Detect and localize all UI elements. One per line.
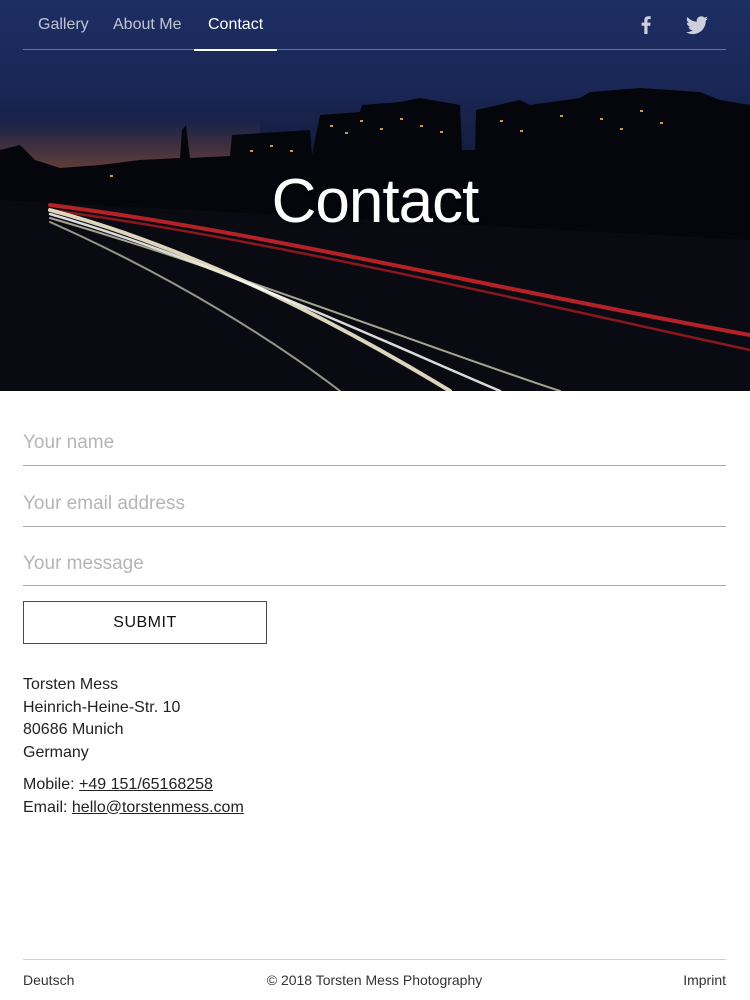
imprint-link[interactable]: Imprint [683,972,726,988]
address-city: 80686 Munich [23,721,124,738]
address-country: Germany [23,743,89,761]
email-link[interactable]: hello@torstenmess.com [72,799,244,816]
hero-banner: Gallery About Me Contact Contact [0,0,750,391]
mobile-label: Mobile: [23,776,75,793]
twitter-icon[interactable] [683,12,709,38]
email-input[interactable] [23,481,726,527]
mobile-line: Mobile: +49 151/65168258 [23,774,244,797]
contact-details: Mobile: +49 151/65168258 Email: hello@to… [23,774,244,819]
postal-address: Torsten Mess Heinrich-Heine-Str. 10 8068… [23,674,180,764]
submit-button[interactable]: SUBMIT [23,601,267,644]
page-footer: © 2018 Torsten Mess Photography Deutsch … [23,959,726,1000]
email-label: Email: [23,798,68,816]
footer-copyright: © 2018 Torsten Mess Photography [266,972,483,988]
email-line: Email: hello@torstenmess.com [23,797,244,820]
nav-item-gallery[interactable]: Gallery [38,0,89,50]
message-input[interactable] [23,542,726,586]
main-navigation: Gallery About Me Contact [23,0,726,51]
language-switch-link[interactable]: Deutsch [23,972,74,988]
page-title: Contact [271,167,480,236]
contact-form: SUBMIT [23,420,726,644]
nav-item-contact[interactable]: Contact [193,0,278,51]
facebook-icon[interactable] [633,12,659,38]
name-input[interactable] [23,420,726,466]
nav-item-about-me[interactable]: About Me [113,0,181,50]
mobile-link[interactable]: +49 151/65168258 [79,776,213,793]
address-street: Heinrich-Heine-Str. 10 [23,698,181,716]
address-name: Torsten Mess [23,676,119,693]
